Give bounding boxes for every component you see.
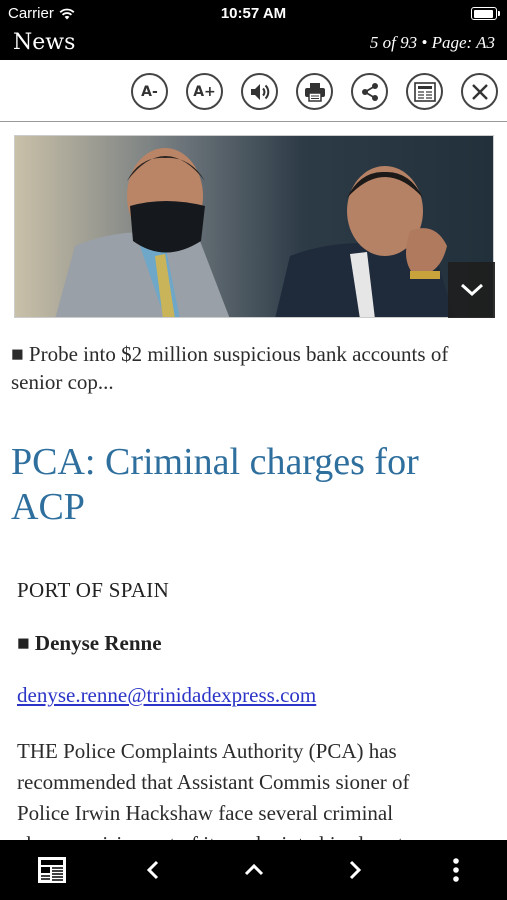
photo-illustration xyxy=(15,136,493,317)
bottom-toolbar xyxy=(0,840,507,900)
share-icon xyxy=(361,82,378,101)
chevron-right-icon xyxy=(349,860,362,880)
body-line: recommended that Assistant Commis sioner… xyxy=(17,770,410,794)
status-bar: Carrier 10:57 AM xyxy=(0,0,507,28)
next-article-button[interactable] xyxy=(339,854,371,886)
decrease-font-button[interactable]: A- xyxy=(131,73,168,110)
article-headline: PCA: Criminal charges for ACP xyxy=(11,441,419,528)
more-vertical-icon xyxy=(453,858,459,882)
body-line: charges arising out of its probe into hi… xyxy=(17,829,495,840)
increase-font-icon: A+ xyxy=(193,83,216,100)
chevron-down-icon xyxy=(460,283,483,297)
section-title: News xyxy=(13,30,76,55)
page-info: 5 of 93 • Page: A3 xyxy=(369,33,495,52)
page-view-button-bottom[interactable] xyxy=(36,854,68,886)
speaker-icon xyxy=(250,83,269,100)
printer-icon xyxy=(304,82,325,102)
photo-caption: ■ Probe into $2 million suspicious bank … xyxy=(11,342,449,394)
expand-photo-button[interactable] xyxy=(448,262,495,318)
chevron-left-icon xyxy=(146,860,159,880)
body-line: Police Irwin Hackshaw face several crimi… xyxy=(17,801,394,825)
article-toolbar: A- A+ xyxy=(0,60,507,122)
status-time: 10:57 AM xyxy=(220,5,287,22)
scroll-top-button[interactable] xyxy=(238,854,270,886)
chevron-up-icon xyxy=(244,863,264,876)
newspaper-icon xyxy=(413,81,436,102)
body-line: THE Police Complaints Authority (PCA) ha… xyxy=(17,739,397,763)
previous-article-button[interactable] xyxy=(137,854,169,886)
article-byline: ■ Denyse Renne xyxy=(17,631,162,655)
author-email-link[interactable]: denyse.renne@trinidadexpress.com xyxy=(17,683,316,708)
decrease-font-icon: A- xyxy=(141,83,158,100)
battery-icon xyxy=(471,7,500,20)
page-view-icon xyxy=(38,857,66,883)
read-aloud-button[interactable] xyxy=(241,73,278,110)
close-icon xyxy=(471,83,488,100)
increase-font-button[interactable]: A+ xyxy=(186,73,223,110)
article-dateline: PORT OF SPAIN xyxy=(17,578,170,602)
page-view-button[interactable] xyxy=(406,73,443,110)
close-button[interactable] xyxy=(461,73,498,110)
article-photo[interactable] xyxy=(14,135,494,318)
more-options-button[interactable] xyxy=(440,854,472,886)
share-button[interactable] xyxy=(351,73,388,110)
print-button[interactable] xyxy=(296,73,333,110)
article-body: THE Police Complaints Authority (PCA) ha… xyxy=(17,736,495,840)
nav-bar: News 5 of 93 • Page: A3 xyxy=(0,28,507,60)
